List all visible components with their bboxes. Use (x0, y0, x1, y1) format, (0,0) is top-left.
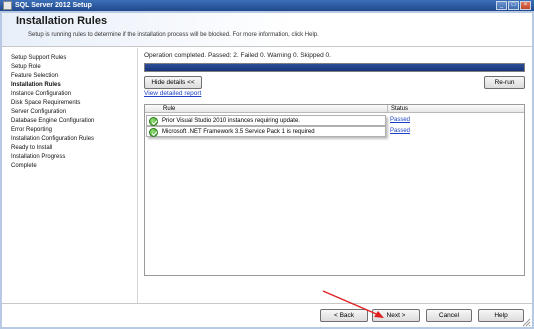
back-button[interactable]: < Back (320, 309, 368, 322)
nav-item-disk-space-requirements[interactable]: Disk Space Requirements (11, 99, 80, 107)
view-detailed-report-link[interactable]: View detailed report (144, 90, 201, 97)
footer-divider (2, 303, 532, 304)
table-header: Rule Status (145, 105, 524, 113)
page-title: Installation Rules (16, 15, 108, 27)
minimize-button[interactable]: _ (496, 1, 507, 10)
nav-item-installation-rules[interactable]: Installation Rules (11, 81, 61, 89)
sql-setup-icon (3, 1, 12, 10)
nav-item-installation-progress[interactable]: Installation Progress (11, 153, 65, 161)
nav-divider (137, 48, 138, 303)
cancel-button[interactable]: Cancel (426, 309, 472, 322)
maximize-button[interactable]: □ (508, 1, 519, 10)
wizard-steps-nav: Setup Support Rules Setup Role Feature S… (2, 48, 137, 303)
help-button[interactable]: Help (478, 309, 524, 322)
rerun-button[interactable]: Re-run (484, 76, 525, 89)
operation-status-text: Operation completed. Passed: 2. Failed 0… (144, 52, 331, 59)
nav-item-server-configuration[interactable]: Server Configuration (11, 108, 66, 116)
nav-item-setup-role[interactable]: Setup Role (11, 63, 41, 71)
close-button[interactable]: × (520, 1, 531, 10)
rules-progress-bar (144, 63, 525, 72)
nav-item-installation-configuration-rules[interactable]: Installation Configuration Rules (11, 135, 94, 143)
nav-item-setup-support-rules[interactable]: Setup Support Rules (11, 54, 66, 62)
hide-details-button[interactable]: Hide details << (144, 76, 202, 89)
column-header-status[interactable]: Status (391, 105, 408, 113)
status-passed-link[interactable]: Passed (390, 117, 410, 124)
status-passed-link[interactable]: Passed (390, 128, 410, 135)
window-title: SQL Server 2012 Setup (15, 2, 92, 9)
rule-text: Microsoft .NET Framework 3.5 Service Pac… (162, 129, 315, 135)
check-circle-icon (149, 128, 158, 137)
window-titlebar[interactable]: SQL Server 2012 Setup _ □ × (0, 0, 534, 11)
nav-item-complete[interactable]: Complete (11, 162, 37, 170)
column-separator[interactable] (387, 105, 388, 113)
table-row[interactable]: Microsoft .NET Framework 3.5 Service Pac… (145, 126, 524, 137)
page-subtitle: Setup is running rules to determine if t… (28, 32, 319, 38)
column-header-rule[interactable]: Rule (163, 105, 175, 113)
progress-fill (145, 64, 524, 71)
nav-item-ready-to-install[interactable]: Ready to Install (11, 144, 52, 152)
rule-cell: Microsoft .NET Framework 3.5 Service Pac… (146, 126, 386, 137)
resize-grip-icon[interactable] (520, 316, 531, 327)
page-header: Installation Rules Setup is running rule… (2, 13, 532, 47)
rule-cell: Prior Visual Studio 2010 instances requi… (146, 115, 386, 126)
next-button[interactable]: Next > (372, 309, 420, 322)
nav-item-instance-configuration[interactable]: Instance Configuration (11, 90, 71, 98)
rules-table: Rule Status Prior Visual Studio 2010 ins… (144, 104, 525, 276)
nav-item-error-reporting[interactable]: Error Reporting (11, 126, 52, 134)
nav-item-database-engine-configuration[interactable]: Database Engine Configuration (11, 117, 94, 125)
rule-text: Prior Visual Studio 2010 instances requi… (162, 118, 300, 124)
check-circle-icon (149, 117, 158, 126)
table-row[interactable]: Prior Visual Studio 2010 instances requi… (145, 115, 524, 126)
nav-item-feature-selection[interactable]: Feature Selection (11, 72, 58, 80)
